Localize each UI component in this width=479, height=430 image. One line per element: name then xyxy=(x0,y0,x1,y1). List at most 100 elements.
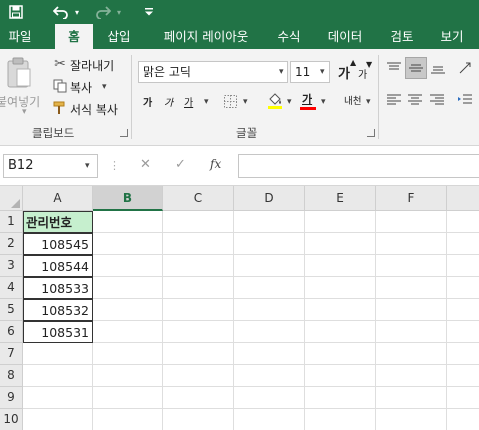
row-header-6[interactable]: 6 xyxy=(0,321,23,343)
format-painter-button[interactable]: 서식 복사 xyxy=(70,101,118,118)
name-box-dropdown[interactable]: ▾ xyxy=(85,161,90,171)
cell-d8[interactable] xyxy=(234,365,305,387)
grow-font-button[interactable]: 가 xyxy=(338,63,350,82)
cell-d1[interactable] xyxy=(234,211,305,233)
paste-label[interactable]: 붙여넣기 xyxy=(0,93,40,110)
cell-overflow2[interactable] xyxy=(447,233,479,255)
cell-f6[interactable] xyxy=(376,321,447,343)
cell-b5[interactable] xyxy=(93,299,163,321)
cell-f2[interactable] xyxy=(376,233,447,255)
phonetic-guide-dropdown[interactable]: ▾ xyxy=(366,97,371,107)
column-header-f[interactable]: F xyxy=(376,186,447,211)
clipboard-launcher-icon[interactable] xyxy=(120,129,128,137)
cell-a1[interactable]: 관리번호 xyxy=(23,211,93,233)
column-header-d[interactable]: D xyxy=(234,186,305,211)
copy-dropdown[interactable]: ▾ xyxy=(102,82,107,92)
italic-button[interactable]: 가 xyxy=(164,94,173,109)
align-top-button[interactable] xyxy=(385,59,403,77)
row-header-8[interactable]: 8 xyxy=(0,365,23,387)
cell-overflow9[interactable] xyxy=(447,387,479,409)
cell-b8[interactable] xyxy=(93,365,163,387)
column-header-c[interactable]: C xyxy=(163,186,234,211)
cell-b10[interactable] xyxy=(93,409,163,430)
cell-c10[interactable] xyxy=(163,409,234,430)
cell-d7[interactable] xyxy=(234,343,305,365)
undo-button[interactable] xyxy=(50,0,72,24)
copy-button[interactable]: 복사 xyxy=(70,79,92,96)
cell-e5[interactable] xyxy=(305,299,376,321)
cell-f3[interactable] xyxy=(376,255,447,277)
column-header-b[interactable]: B xyxy=(93,186,163,211)
cut-button[interactable]: 잘라내기 xyxy=(70,57,114,74)
cell-e1[interactable] xyxy=(305,211,376,233)
cell-e10[interactable] xyxy=(305,409,376,430)
align-bottom-button[interactable] xyxy=(429,59,447,77)
insert-function-button[interactable]: fx xyxy=(210,157,221,171)
tab-page-layout[interactable]: 페이지 레이아웃 xyxy=(150,24,262,49)
select-all-button[interactable] xyxy=(0,186,23,211)
cell-c4[interactable] xyxy=(163,277,234,299)
cell-b1[interactable] xyxy=(93,211,163,233)
cell-b6[interactable] xyxy=(93,321,163,343)
cell-e9[interactable] xyxy=(305,387,376,409)
cell-c1[interactable] xyxy=(163,211,234,233)
align-right-button[interactable] xyxy=(428,91,446,109)
cell-e7[interactable] xyxy=(305,343,376,365)
cell-c9[interactable] xyxy=(163,387,234,409)
cell-a10[interactable] xyxy=(23,409,93,430)
cell-e2[interactable] xyxy=(305,233,376,255)
cell-c5[interactable] xyxy=(163,299,234,321)
cell-d2[interactable] xyxy=(234,233,305,255)
row-header-10[interactable]: 10 xyxy=(0,409,23,430)
bold-button[interactable]: 가 xyxy=(143,94,152,109)
tab-data[interactable]: 데이터 xyxy=(320,24,370,49)
cell-a9[interactable] xyxy=(23,387,93,409)
align-middle-button[interactable] xyxy=(405,57,427,79)
cell-e4[interactable] xyxy=(305,277,376,299)
row-header-2[interactable]: 2 xyxy=(0,233,23,255)
formula-input[interactable] xyxy=(238,154,479,178)
cell-c8[interactable] xyxy=(163,365,234,387)
cell-a3[interactable]: 108544 xyxy=(23,255,93,277)
cell-d4[interactable] xyxy=(234,277,305,299)
cell-d6[interactable] xyxy=(234,321,305,343)
borders-dropdown[interactable]: ▾ xyxy=(243,97,248,107)
borders-button[interactable] xyxy=(222,93,238,109)
cell-f5[interactable] xyxy=(376,299,447,321)
tab-file[interactable]: 파일 xyxy=(0,24,40,49)
tab-review[interactable]: 검토 xyxy=(382,24,422,49)
enter-button[interactable]: ✓ xyxy=(175,157,186,172)
cell-a5[interactable]: 108532 xyxy=(23,299,93,321)
sheet-grid[interactable]: ABCDEF 1 2 3 4 5 6 7 8 9 10 관리번호 108545 108544 10853… xyxy=(0,186,479,430)
cell-b7[interactable] xyxy=(93,343,163,365)
redo-dropdown[interactable]: ▾ xyxy=(114,0,124,24)
redo-button[interactable] xyxy=(92,0,114,24)
cell-e3[interactable] xyxy=(305,255,376,277)
cell-c6[interactable] xyxy=(163,321,234,343)
name-box[interactable]: B12 xyxy=(3,154,98,178)
cell-e8[interactable] xyxy=(305,365,376,387)
phonetic-guide-button[interactable]: 내천 xyxy=(344,93,361,107)
cell-f4[interactable] xyxy=(376,277,447,299)
font-name-box[interactable]: 맑은 고딕 xyxy=(138,61,288,83)
tab-formulas[interactable]: 수식 xyxy=(270,24,308,49)
row-header-5[interactable]: 5 xyxy=(0,299,23,321)
cell-a4[interactable]: 108533 xyxy=(23,277,93,299)
undo-dropdown[interactable]: ▾ xyxy=(72,0,82,24)
cell-d3[interactable] xyxy=(234,255,305,277)
cell-overflow4[interactable] xyxy=(447,277,479,299)
cell-b2[interactable] xyxy=(93,233,163,255)
underline-dropdown[interactable]: ▾ xyxy=(204,97,209,107)
column-header-a[interactable]: A xyxy=(23,186,93,211)
cell-d5[interactable] xyxy=(234,299,305,321)
cell-d10[interactable] xyxy=(234,409,305,430)
tab-insert[interactable]: 삽입 xyxy=(100,24,138,49)
font-size-dropdown[interactable]: ▾ xyxy=(320,67,325,77)
cell-b9[interactable] xyxy=(93,387,163,409)
row-header-3[interactable]: 3 xyxy=(0,255,23,277)
row-header-7[interactable]: 7 xyxy=(0,343,23,365)
cell-a7[interactable] xyxy=(23,343,93,365)
cell-overflow5[interactable] xyxy=(447,299,479,321)
cell-f8[interactable] xyxy=(376,365,447,387)
orientation-button[interactable] xyxy=(456,59,474,77)
